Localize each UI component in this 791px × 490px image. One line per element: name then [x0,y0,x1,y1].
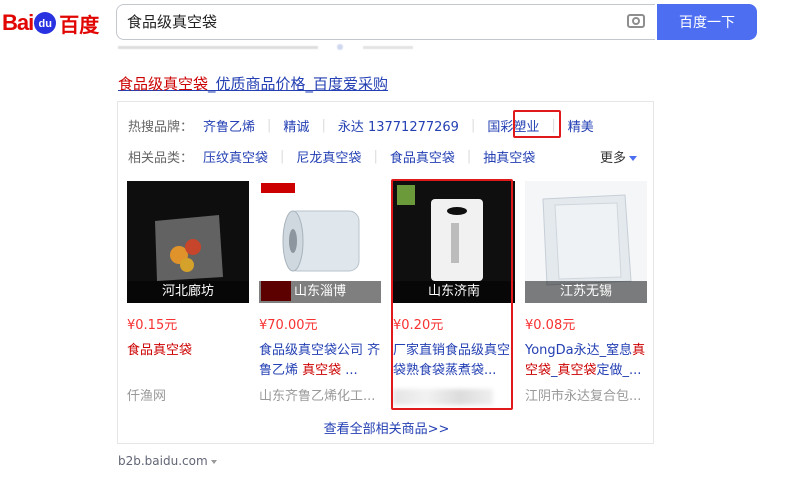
seller-name[interactable]: 江阴市永达复合包... [525,385,647,404]
divider: | [373,149,378,164]
category-link[interactable]: 抽真空袋 [483,147,535,166]
product-image[interactable]: 山东淄博 [259,181,381,303]
caret-down-icon[interactable] [210,459,217,464]
divider: | [267,118,272,133]
name-keyword: 真空袋 [302,363,342,378]
name-keyword: 食品真空袋 [127,343,193,358]
logo-text: Bai [2,10,34,35]
brand-link[interactable]: 齐鲁乙烯 [203,116,255,135]
seller-name[interactable]: 仟渔网 [127,385,249,404]
highlight-box [391,179,513,410]
name-rest: 定做_... [596,363,642,378]
product-name[interactable]: 食品真空袋 [127,341,249,381]
product-name[interactable]: YongDa永达_窒息真空袋_真空袋定做_... [525,341,647,381]
name-keyword: 真空袋 [557,363,597,378]
baidu-logo[interactable]: Bai du 百度 [2,6,99,40]
product-image[interactable]: 江苏无锡 [525,181,647,303]
brand-link-highlighted[interactable]: 精美 [568,116,594,135]
category-label: 相关品类： [128,151,194,166]
result-title-link[interactable]: 食品级真空袋_优质商品价格_百度爱采购 [118,73,388,94]
product-name[interactable]: 食品级真空袋公司 齐鲁乙烯 真空袋 ... [259,341,381,381]
category-link[interactable]: 食品真空袋 [390,147,455,166]
product-card: 热搜品牌： 齐鲁乙烯 | 精诚 | 永达 13771277269 | 国彩塑业 … [117,101,654,444]
location-label: 山东淄博 [259,281,381,303]
location-label: 江苏无锡 [525,281,647,303]
paw-icon: du [34,12,57,34]
price: ¥70.00元 [259,318,318,333]
category-link[interactable]: 压纹真空袋 [203,147,268,166]
logo-cn: 百度 [59,12,100,37]
price: ¥0.15元 [127,318,178,333]
seller-name[interactable]: 山东齐鲁乙烯化工... [259,385,381,404]
search-box[interactable]: 食品级真空袋 [116,4,655,40]
product-image[interactable]: 河北廊坊 [127,181,249,303]
faded-url [118,40,418,54]
brand-label: 热搜品牌： [128,120,194,135]
view-all-link[interactable]: 查看全部相关商品>> [118,418,655,437]
category-link[interactable]: 尼龙真空袋 [296,147,361,166]
product-item[interactable]: 山东淄博 ¥70.00元 食品级真空袋公司 齐鲁乙烯 真空袋 ... 山东齐鲁乙… [259,181,381,404]
price: ¥0.08元 [525,318,576,333]
title-keyword: 食品级真空袋 [118,75,209,93]
more-button[interactable]: 更多 [600,147,637,166]
footer-url[interactable]: b2b.baidu.com [118,454,217,468]
brand-link[interactable]: 精诚 [283,116,309,135]
highlight-box [513,110,561,138]
divider: | [321,118,326,133]
search-button[interactable]: 百度一下 [657,4,757,40]
divider: | [280,149,285,164]
camera-icon[interactable] [627,14,645,28]
more-label: 更多 [599,151,626,166]
location-label: 河北廊坊 [127,281,249,303]
product-item[interactable]: 江苏无锡 ¥0.08元 YongDa永达_窒息真空袋_真空袋定做_... 江阴市… [525,181,647,404]
title-rest: _优质商品价格_百度爱采购 [208,75,389,93]
search-input[interactable]: 食品级真空袋 [127,5,217,39]
caret-down-icon [629,156,637,161]
divider: | [470,118,476,133]
product-item[interactable]: 河北廊坊 ¥0.15元 食品真空袋 仟渔网 [127,181,249,404]
name-rest: ... [341,363,358,378]
category-row: 相关品类： 压纹真空袋 | 尼龙真空袋 | 食品真空袋 | 抽真空袋 [128,147,547,166]
brand-link[interactable]: 永达 13771277269 [338,116,459,135]
url-text: b2b.baidu.com [118,454,208,468]
divider: | [466,149,472,164]
product-list: 河北廊坊 ¥0.15元 食品真空袋 仟渔网 山东淄博 ¥70.00元 食品级真空… [127,181,647,405]
name-text: YongDa永达_窒息 [525,343,633,358]
